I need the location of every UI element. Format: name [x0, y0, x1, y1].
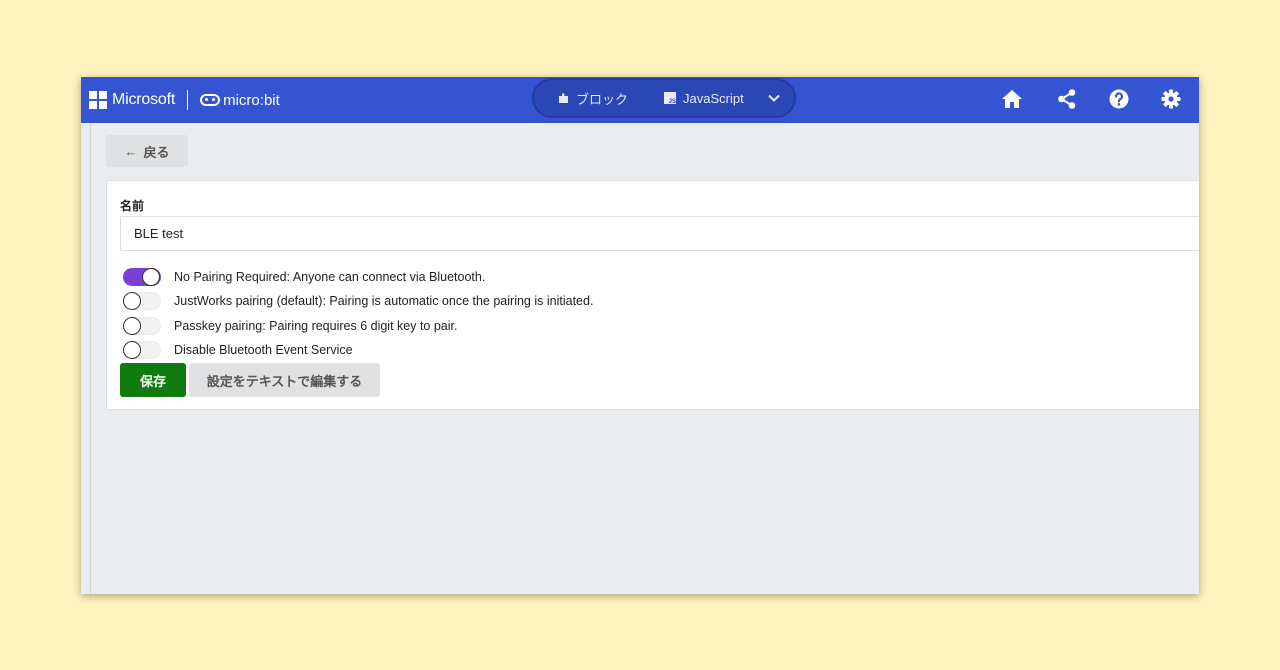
top-bar: Microsoft micro:bit ブロック JavaScript — [81, 77, 1199, 123]
arrow-left-icon: ← — [124, 143, 138, 159]
brand: Microsoft micro:bit — [89, 77, 280, 123]
option-label: JustWorks pairing (default): Pairing is … — [174, 294, 594, 308]
edit-as-text-button[interactable]: 設定をテキストで編集する — [189, 363, 380, 397]
name-input[interactable] — [120, 216, 1199, 251]
puzzle-icon — [559, 92, 568, 103]
back-button-label: 戻る — [143, 144, 170, 160]
back-button[interactable]: ← 戻る — [106, 135, 188, 167]
share-icon[interactable] — [1056, 88, 1078, 110]
toggle-switch[interactable] — [123, 317, 161, 335]
brand-divider — [187, 90, 189, 110]
toggle-switch[interactable] — [123, 292, 161, 310]
editor-window: Microsoft micro:bit ブロック JavaScript — [81, 77, 1199, 594]
blocks-mode-label: ブロック — [576, 91, 629, 107]
microsoft-label: Microsoft — [112, 91, 176, 108]
help-icon[interactable] — [1108, 88, 1130, 110]
name-field-label: 名前 — [120, 199, 145, 213]
home-icon[interactable] — [1001, 88, 1023, 110]
option-row[interactable]: Passkey pairing: Pairing requires 6 digi… — [123, 315, 457, 337]
javascript-icon — [664, 92, 676, 105]
gear-icon[interactable] — [1160, 88, 1182, 110]
option-row[interactable]: No Pairing Required: Anyone can connect … — [123, 266, 485, 288]
chevron-down-icon[interactable] — [767, 91, 781, 105]
microbit-logo-icon — [200, 94, 221, 106]
blocks-mode-button[interactable]: ブロック — [558, 89, 628, 108]
toggle-knob — [123, 317, 141, 335]
option-row[interactable]: JustWorks pairing (default): Pairing is … — [123, 290, 593, 312]
option-row[interactable]: Disable Bluetooth Event Service — [123, 339, 353, 361]
editor-mode-toggle: ブロック JavaScript — [532, 78, 796, 118]
save-button[interactable]: 保存 — [120, 363, 186, 397]
microbit-label: micro:bit — [223, 91, 280, 109]
option-label: No Pairing Required: Anyone can connect … — [174, 270, 486, 284]
javascript-mode-button[interactable]: JavaScript — [664, 91, 744, 106]
toggle-knob — [142, 268, 160, 286]
toggle-knob — [123, 341, 141, 359]
toggle-switch[interactable] — [123, 341, 161, 359]
settings-card: 名前 No Pairing Required: Anyone can conne… — [106, 180, 1199, 410]
javascript-mode-label: JavaScript — [683, 90, 744, 106]
toggle-switch[interactable] — [123, 268, 161, 286]
option-label: Disable Bluetooth Event Service — [174, 343, 353, 357]
microsoft-logo-icon — [89, 91, 107, 109]
toggle-knob — [123, 292, 141, 310]
option-label: Passkey pairing: Pairing requires 6 digi… — [174, 319, 458, 333]
sidebar-edge — [81, 123, 91, 594]
